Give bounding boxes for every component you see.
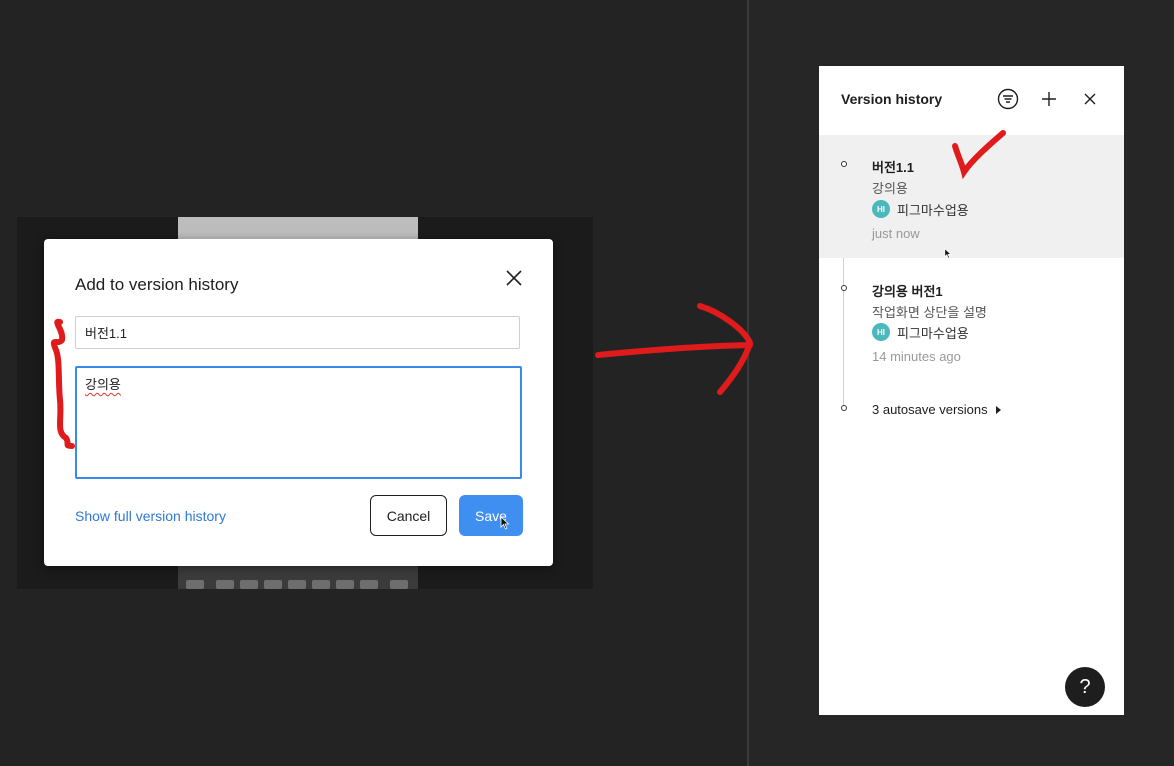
keyboard-key — [360, 580, 378, 589]
keyboard-key — [288, 580, 306, 589]
keyboard-key — [312, 580, 330, 589]
timeline-dot — [841, 285, 847, 291]
version-name: 강의용 버전1 — [872, 284, 943, 299]
avatar: HI — [872, 323, 890, 341]
version-item[interactable]: 버전1.1 강의용 HI 피그마수업용 just now — [819, 135, 1124, 258]
phone-preview-keyboard — [178, 566, 418, 589]
version-description: 작업화면 상단을 설명 — [872, 305, 987, 320]
version-description-input[interactable]: 강의용 — [75, 366, 522, 479]
version-time: 14 minutes ago — [872, 349, 961, 364]
author-name: 피그마수업용 — [897, 202, 969, 218]
keyboard-key — [186, 580, 204, 589]
keyboard-key — [240, 580, 258, 589]
panel-title: Version history — [841, 91, 943, 107]
keyboard-key — [216, 580, 234, 589]
version-time: just now — [872, 226, 920, 241]
close-icon[interactable] — [1079, 88, 1101, 110]
version-history-panel: Version history 버전1.1 강의용 HI 피그마수업용 just… — [819, 66, 1124, 715]
add-version-dialog: Add to version history 강의용 Show full ver… — [44, 239, 553, 566]
plus-icon[interactable] — [1038, 88, 1060, 110]
autosave-label: 3 autosave versions — [872, 402, 988, 417]
avatar: HI — [872, 200, 890, 218]
timeline-dot — [841, 161, 847, 167]
keyboard-key — [336, 580, 354, 589]
close-icon[interactable] — [502, 266, 526, 290]
version-name-input[interactable] — [75, 316, 520, 349]
keyboard-key — [264, 580, 282, 589]
version-author: HI 피그마수업용 — [872, 323, 969, 341]
caret-right-icon — [995, 405, 1001, 414]
save-button[interactable]: Save — [459, 495, 523, 536]
author-name: 피그마수업용 — [897, 325, 969, 341]
help-button[interactable]: ? — [1065, 667, 1105, 707]
timeline-dot — [841, 405, 847, 411]
keyboard-key — [390, 580, 408, 589]
filter-icon[interactable] — [997, 88, 1019, 110]
show-full-history-link[interactable]: Show full version history — [75, 508, 226, 524]
version-name: 버전1.1 — [872, 160, 914, 175]
mouse-cursor-icon — [500, 516, 510, 530]
version-description: 강의용 — [872, 181, 908, 196]
cancel-button[interactable]: Cancel — [370, 495, 447, 536]
autosave-versions-toggle[interactable]: 3 autosave versions — [872, 402, 1001, 417]
mouse-cursor-icon — [944, 248, 952, 259]
version-item[interactable]: 강의용 버전1 작업화면 상단을 설명 HI 피그마수업용 14 minutes… — [819, 258, 1124, 378]
version-author: HI 피그마수업용 — [872, 200, 969, 218]
dialog-title: Add to version history — [75, 275, 239, 294]
